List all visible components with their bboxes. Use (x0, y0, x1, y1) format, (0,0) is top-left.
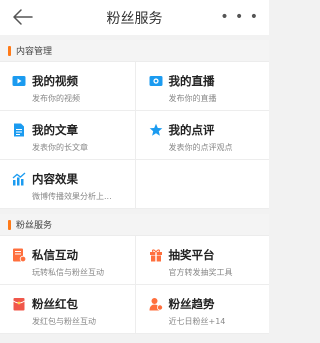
menu-item-desc: 发布你的视频 (32, 94, 80, 103)
menu-item-label: 我的点评 (168, 123, 215, 137)
menu-item-label: 私信互动 (32, 248, 78, 262)
menu-item-desc: 玩转私信与粉丝互动 (32, 268, 104, 277)
menu-item-my-article[interactable]: 我的文章 发表你的长文章 (0, 111, 135, 160)
more-options-icon[interactable]: • • • (220, 9, 259, 25)
menu-item-label: 我的直播 (168, 74, 215, 88)
menu-item-my-live[interactable]: 我的直播 发布你的直播 (134, 62, 269, 111)
menu-item-content-effect[interactable]: 内容效果 微博传播效果分析上... (0, 160, 135, 209)
article-icon (14, 123, 24, 137)
analytics-icon (12, 172, 26, 186)
section-accent-bar (8, 45, 11, 56)
live-icon (149, 76, 162, 86)
red-envelope-icon (13, 298, 25, 311)
section-content-management: 内容管理 我的视频 发布你的视频 我的直播 发布你的直播 我的文章 发表你的长文… (0, 40, 269, 209)
section-accent-bar (8, 219, 11, 230)
menu-item-label: 我的视频 (32, 74, 78, 88)
gift-icon (149, 249, 162, 262)
video-icon (12, 76, 26, 86)
section-fan-service: 粉丝服务 私信互动 玩转私信与粉丝互动 抽奖平台 官方转发抽奖工具 粉丝红包 发… (0, 214, 269, 334)
menu-item-red-envelope[interactable]: 粉丝红包 发红包与粉丝互动 (0, 285, 135, 334)
menu-item-my-video[interactable]: 我的视频 发布你的视频 (0, 62, 135, 111)
menu-item-desc: 发红包与粉丝互动 (32, 317, 96, 326)
top-bar: 粉丝服务 • • • (0, 0, 269, 35)
menu-item-desc: 近七日粉丝+14 (168, 317, 226, 326)
menu-item-desc: 发表你的长文章 (32, 143, 88, 152)
menu-item-label: 我的文章 (32, 123, 78, 137)
section-header: 内容管理 (0, 40, 269, 62)
menu-item-desc: 发布你的直播 (168, 94, 217, 103)
menu-item-lottery[interactable]: 抽奖平台 官方转发抽奖工具 (134, 236, 269, 285)
menu-item-label: 内容效果 (32, 172, 78, 186)
menu-item-label: 抽奖平台 (168, 248, 215, 262)
section-title: 粉丝服务 (16, 221, 53, 231)
section-header: 粉丝服务 (0, 214, 269, 236)
message-icon (13, 248, 26, 262)
page-title: 粉丝服务 (106, 10, 163, 27)
back-arrow-icon[interactable] (12, 7, 34, 27)
section-title: 内容管理 (16, 47, 53, 57)
menu-item-label: 粉丝趋势 (168, 297, 215, 311)
menu-item-desc: 发表你的点评观点 (168, 143, 233, 152)
menu-item-my-review[interactable]: 我的点评 发表你的点评观点 (134, 111, 269, 160)
menu-item-desc: 微博传播效果分析上... (32, 192, 112, 201)
menu-item-label: 粉丝红包 (32, 297, 78, 311)
menu-item-fans-trend[interactable]: 粉丝趋势 近七日粉丝+14 (134, 285, 269, 334)
empty-cell (134, 160, 269, 209)
menu-item-desc: 官方转发抽奖工具 (168, 268, 233, 277)
fans-trend-icon (149, 298, 163, 311)
menu-item-private-message[interactable]: 私信互动 玩转私信与粉丝互动 (0, 236, 135, 285)
review-star-icon (149, 123, 162, 136)
